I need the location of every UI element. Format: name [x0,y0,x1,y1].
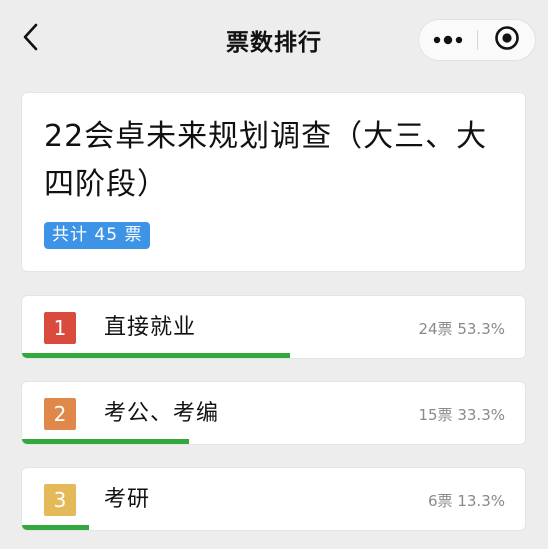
vote-stats: 6票 13.3% [428,490,505,512]
progress-fill [22,439,190,444]
page: 票数排行 22会卓未来规划调查（大三、大四阶段） 共计 45 票 1 直接就业 … [0,0,548,549]
survey-info-card: 22会卓未来规划调查（大三、大四阶段） 共计 45 票 [21,92,526,272]
vote-percent: 13.3% [457,492,505,510]
option-label: 考公、考编 [104,401,220,426]
survey-title: 22会卓未来规划调查（大三、大四阶段） [44,119,488,202]
ranking-item[interactable]: 3 考研 6票 13.3% [21,467,526,531]
header-bar: 票数排行 [0,0,548,74]
vote-count: 15票 [418,406,453,424]
progress-fill [22,353,291,358]
rank-number-badge: 2 [44,398,76,430]
rank-number-badge: 3 [44,484,76,516]
target-circle-icon [494,25,520,55]
vote-stats: 24票 53.3% [418,318,505,340]
vote-count: 24票 [418,320,453,338]
ranking-item[interactable]: 1 直接就业 24票 53.3% [21,295,526,359]
vote-percent: 53.3% [457,320,505,338]
option-label: 考研 [104,487,151,512]
option-label: 直接就业 [104,315,197,340]
vote-stats: 15票 33.3% [418,404,505,426]
rank-number-badge: 1 [44,312,76,344]
total-votes-badge: 共计 45 票 [44,222,151,249]
progress-bar [22,525,525,530]
vote-count: 6票 [428,492,453,510]
more-dots-icon [433,31,463,50]
ranking-item[interactable]: 2 考公、考编 15票 33.3% [21,381,526,445]
progress-bar [22,439,525,444]
more-button[interactable] [419,20,477,60]
mini-program-capsule [418,19,536,61]
vote-percent: 33.3% [457,406,505,424]
progress-bar [22,353,525,358]
progress-fill [22,525,89,530]
close-button[interactable] [478,20,536,60]
